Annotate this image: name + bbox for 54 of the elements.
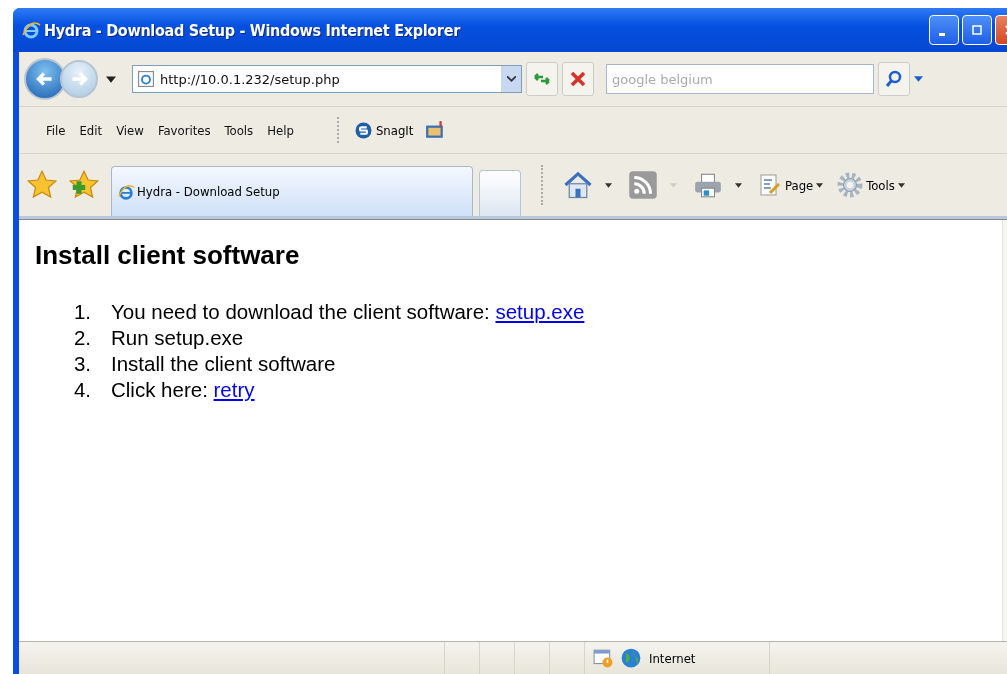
security-zone: Internet xyxy=(649,650,697,666)
globe-icon xyxy=(621,648,641,668)
search-button[interactable] xyxy=(878,62,910,96)
search-field[interactable]: google belgium xyxy=(606,64,874,94)
step-number: 2. xyxy=(72,325,92,351)
download-link[interactable]: retry xyxy=(213,378,255,401)
page-icon xyxy=(758,173,782,197)
step-text: Click here: retry xyxy=(111,377,255,403)
gear-icon xyxy=(837,172,864,198)
refresh-button[interactable] xyxy=(526,62,558,96)
caret-icon xyxy=(897,182,905,188)
browser-logo-icon xyxy=(117,182,135,201)
minimize-button[interactable] xyxy=(929,15,959,45)
favorites-star-icon[interactable] xyxy=(27,170,57,200)
window-title: Hydra - Download Setup - Windows Internet Explorer xyxy=(44,20,462,40)
snagit-logo-icon xyxy=(354,121,372,139)
caret-icon[interactable] xyxy=(106,75,116,83)
browser-logo-icon xyxy=(21,20,41,40)
snagit-button[interactable]: SnagIt xyxy=(350,119,418,141)
chevron-icon xyxy=(506,76,516,82)
step-number: 3. xyxy=(72,351,92,377)
stop-button[interactable] xyxy=(562,62,594,96)
download-link[interactable]: setup.exe xyxy=(495,300,585,323)
address-field[interactable]: http://10.0.1.232/setup.php xyxy=(132,65,522,93)
menu-item[interactable]: Help xyxy=(262,120,299,140)
stop-icon xyxy=(568,69,588,89)
home-icon[interactable] xyxy=(563,170,593,200)
browser-tab[interactable]: Hydra - Download Setup xyxy=(111,166,473,216)
menu-item[interactable]: View xyxy=(111,120,149,140)
page-heading: Install client software xyxy=(35,240,301,271)
maximize-button[interactable] xyxy=(962,15,992,45)
caret-icon[interactable] xyxy=(735,182,742,188)
maximize-icon xyxy=(972,25,982,35)
menu-item[interactable]: Tools xyxy=(219,120,259,140)
step-text: Run setup.exe xyxy=(111,325,244,351)
url-text: http://10.0.1.232/setup.php xyxy=(160,71,341,87)
menu-item[interactable]: Favorites xyxy=(152,120,216,140)
page-icon xyxy=(138,71,154,87)
protected-mode-icon xyxy=(593,648,613,668)
tools-menu-button[interactable]: Tools xyxy=(837,172,905,198)
caret-icon[interactable] xyxy=(605,182,612,188)
step-text: You need to download the client software: setup.exe xyxy=(111,299,585,325)
dropdown-button[interactable] xyxy=(501,66,521,92)
capture-icon[interactable] xyxy=(425,121,446,139)
step-number: 4. xyxy=(72,377,92,403)
step-text: Install the client software xyxy=(111,351,336,377)
step-number: 1. xyxy=(72,299,92,325)
caret-icon xyxy=(816,182,824,188)
add-favorite-icon[interactable] xyxy=(69,170,99,200)
menu-item[interactable]: Edit xyxy=(74,120,108,140)
page-menu-button[interactable]: Page xyxy=(758,173,824,197)
search-icon xyxy=(884,69,904,89)
menu-item[interactable]: File xyxy=(41,120,71,140)
minimize-icon xyxy=(939,32,945,36)
